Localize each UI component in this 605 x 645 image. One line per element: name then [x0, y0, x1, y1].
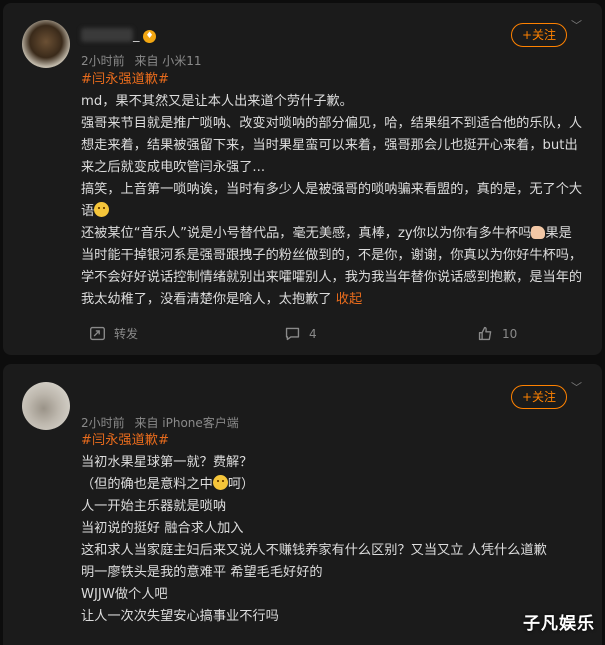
repost-button[interactable]: 转发 [89, 325, 138, 342]
username-blurred[interactable] [81, 28, 133, 42]
follow-button[interactable]: +关注 [511, 385, 567, 409]
thumbs-up-icon [478, 326, 492, 341]
comment-line: 当初水果星球第一就？费解？ [81, 455, 253, 470]
topic-link[interactable]: #闫永强道歉# [81, 72, 169, 87]
post-time: 2小时前 [81, 416, 125, 430]
comment-button[interactable]: 4 [284, 325, 317, 342]
like-button[interactable]: 10 [477, 325, 517, 342]
vip-badge-icon: ♦ [143, 30, 156, 43]
comment-line: 这和求人当家庭主妇后来又说人不赚钱养家有什么区别？又当又立 人凭什么道歉 [81, 543, 547, 558]
follow-button[interactable]: +关注 [511, 23, 567, 47]
comment-line: md，果不其然又是让本人出来道个劳什子歉。 [81, 94, 353, 109]
avatar[interactable] [22, 20, 70, 68]
comment-line: 让人一次次失望安心搞事业不行吗 [81, 609, 279, 624]
comment-icon [285, 327, 300, 341]
post-source: 来自 小米11 [134, 54, 202, 68]
avatar[interactable] [22, 382, 70, 430]
comment-line: WJJW做个人吧 [81, 587, 168, 602]
comment-line: 当初说的挺好 融合求人加入 [81, 521, 244, 536]
post-meta: 2小时前 来自 iPhone客户端 [81, 414, 239, 431]
clap-emoji-icon [531, 226, 546, 239]
chevron-down-icon[interactable]: ﹀ [571, 17, 582, 33]
post-meta: 2小时前 来自 小米11 [81, 52, 202, 69]
chevron-down-icon[interactable]: ﹀ [571, 379, 582, 395]
comment-line: 呵） [227, 477, 255, 492]
comment-count: 4 [309, 326, 317, 341]
comment-line: 人一开始主乐器就是唢呐 [81, 499, 227, 514]
repost-label: 转发 [114, 327, 139, 341]
repost-icon [90, 326, 105, 341]
comment-line: 还被某位“音乐人”说是小号替代品，毫无美感，真棒，zy你以为你有多牛杯吗 [81, 226, 532, 241]
comment-line: 明一廖铁头是我的意难平 希望毛毛好好的 [81, 565, 323, 580]
comment-card-1: _ ♦ 2小时前 来自 小米11 +关注 ﹀ #闫永强道歉# md，果不其然又是… [3, 3, 602, 355]
smile-emoji-icon [212, 475, 228, 490]
topic-link[interactable]: #闫永强道歉# [81, 433, 169, 448]
smile-emoji-icon [94, 202, 110, 217]
comment-line: 搞笑，上音第一唢呐诶，当时有多少人是被强哥的唢呐骗来看盟的，真的是，无了个大语 [81, 182, 583, 219]
comment-line: （但的确也是意料之中 [81, 477, 213, 492]
comment-body: #闫永强道歉# md，果不其然又是让本人出来道个劳什子歉。 强哥来节目就是推广唢… [81, 69, 583, 311]
comment-body: #闫永强道歉# 当初水果星球第一就？费解？ （但的确也是意料之中 呵） 人一开始主… [81, 430, 583, 628]
like-count: 10 [502, 326, 518, 341]
username-suffix: _ [133, 28, 140, 43]
post-time: 2小时前 [81, 54, 125, 68]
comment-card-2: 2小时前 来自 iPhone客户端 +关注 ﹀ #闫永强道歉# 当初水果星球第一… [3, 364, 602, 645]
watermark: 子凡娱乐 [523, 614, 595, 634]
post-source: 来自 iPhone客户端 [134, 416, 239, 430]
action-bar: 转发 4 10 [3, 325, 602, 349]
collapse-link[interactable]: 收起 [336, 292, 362, 307]
comment-line: 强哥来节目就是推广唢呐、改变对唢呐的部分偏见，哈，结果组不到适合他的乐队，人想走… [81, 116, 583, 175]
